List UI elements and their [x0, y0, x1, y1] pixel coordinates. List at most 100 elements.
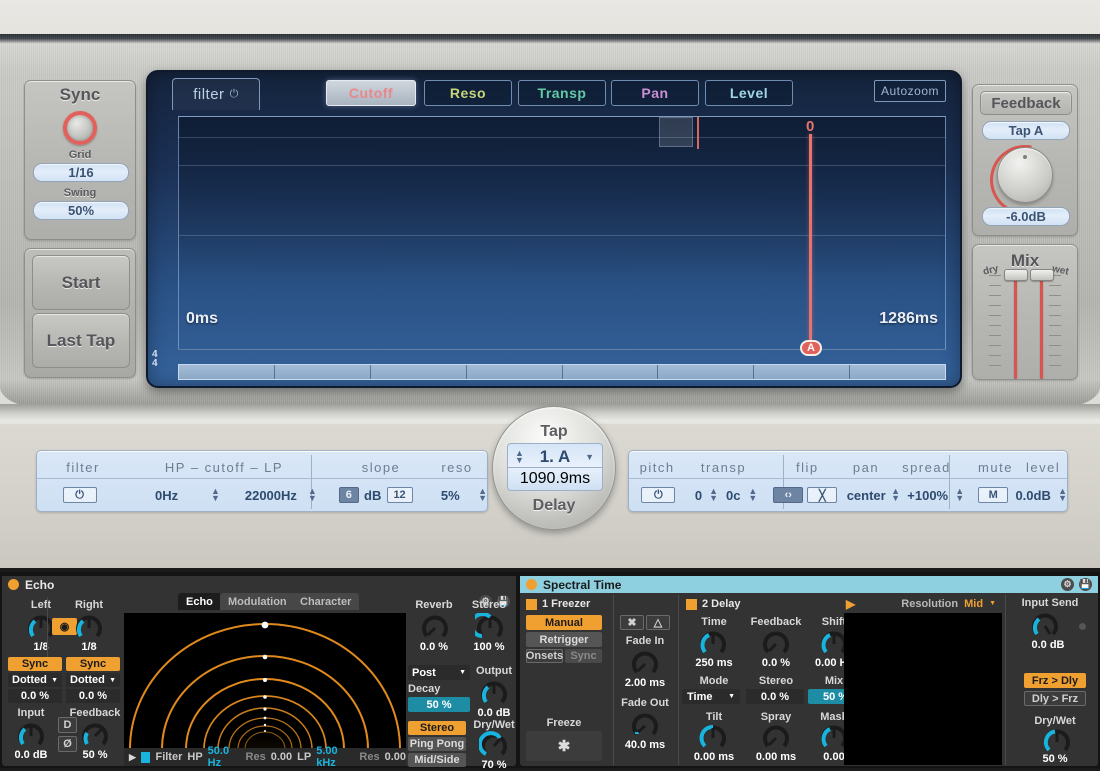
play-icon[interactable]: ▶ — [129, 752, 136, 763]
reverb-position-dropdown[interactable]: Post ▼ — [408, 665, 470, 680]
echo-filter-bar[interactable]: ▶ Filter HP 50.0 Hz Res 0.00 LP 5.00 kHz… — [124, 745, 406, 769]
level-value[interactable]: 0.0dB — [1008, 488, 1058, 503]
pan-value[interactable]: center — [841, 488, 891, 503]
start-button[interactable]: Start — [32, 255, 130, 310]
tab-modulation[interactable]: Modulation — [220, 593, 295, 610]
feedback-tap-value[interactable]: Tap A — [982, 121, 1070, 140]
grid-value[interactable]: 1/16 — [33, 163, 129, 182]
fade-in-knob[interactable] — [630, 649, 658, 677]
delay-time-knob[interactable] — [698, 629, 726, 657]
dry-fader-track[interactable] — [1014, 273, 1017, 379]
transp-semitone-spinner[interactable]: ▲ ▼ — [709, 487, 718, 503]
view-button-cutoff[interactable]: Cutoff — [326, 80, 416, 106]
sync-left-button[interactable]: Sync — [8, 657, 62, 671]
filter-power-button[interactable]: ⏻ — [37, 487, 122, 503]
decay-value[interactable]: 50 % — [408, 697, 470, 712]
play-icon[interactable]: ▶ — [846, 597, 855, 611]
spread-value[interactable]: +100% — [900, 488, 955, 503]
delay-time-value[interactable]: 250 ms — [686, 657, 742, 669]
echo-stereo-value[interactable]: 100 % — [464, 641, 514, 653]
resolution-value[interactable]: Mid — [964, 598, 983, 610]
spread-spinner[interactable]: ▲ ▼ — [955, 487, 964, 503]
retrigger-button[interactable]: Retrigger — [526, 632, 602, 647]
frz-to-dly-button[interactable]: Frz > Dly — [1024, 673, 1086, 688]
freezer-sync-button[interactable]: Sync — [565, 649, 602, 663]
filter-res2-value[interactable]: 0.00 — [385, 751, 406, 763]
view-button-level[interactable]: Level — [705, 80, 793, 106]
filter-swatch[interactable] — [140, 751, 151, 763]
device-activator-icon[interactable] — [8, 579, 19, 590]
echo-input-value[interactable]: 0.0 dB — [4, 749, 58, 761]
tap-selector-dial[interactable]: Tap ▲ ▼ 1. A ▼ 1090.9ms Delay — [492, 406, 616, 530]
filter-hp-value[interactable]: 50.0 Hz — [208, 745, 241, 769]
delay-shift-knob[interactable] — [819, 629, 847, 657]
freeze-button[interactable]: ✱ — [526, 731, 602, 761]
wet-fader-track[interactable] — [1040, 273, 1043, 379]
transp-semitone-value[interactable]: 0 — [688, 488, 709, 503]
input-send-knob[interactable] — [1030, 611, 1058, 639]
echo-right-knob[interactable] — [74, 613, 102, 641]
reverb-knob[interactable] — [420, 613, 448, 641]
dry-fader-handle[interactable] — [1004, 269, 1028, 281]
mode-pingpong-button[interactable]: Ping Pong — [408, 737, 466, 751]
mode-midside-button[interactable]: Mid/Side — [408, 753, 466, 767]
hp-spinner[interactable]: ▲ ▼ — [211, 487, 220, 503]
selection-block[interactable] — [659, 117, 693, 147]
delay-header[interactable]: 2 Delay — [686, 598, 741, 610]
d-button[interactable]: D — [58, 717, 77, 733]
transp-cent-spinner[interactable]: ▲ ▼ — [748, 487, 757, 503]
delay-mask-knob[interactable] — [819, 723, 847, 751]
echo-stereo-knob[interactable] — [475, 613, 503, 641]
spectral-drywet-knob[interactable] — [1042, 727, 1070, 755]
pitch-power-button[interactable]: ⏻ — [629, 487, 688, 503]
fade-in-value[interactable]: 2.00 ms — [618, 677, 672, 689]
freezer-header[interactable]: 1 Freezer — [526, 598, 590, 610]
lp-cutoff-value[interactable]: 22000Hz — [234, 488, 308, 503]
output-value[interactable]: 0.0 dB — [472, 707, 516, 719]
feedback-title[interactable]: Feedback — [980, 91, 1072, 115]
view-button-pan[interactable]: Pan — [611, 80, 699, 106]
delay-spray-knob[interactable] — [761, 723, 789, 751]
dly-to-frz-button[interactable]: Dly > Frz — [1024, 691, 1086, 706]
delay-stereo-value[interactable]: 0.0 % — [746, 689, 804, 704]
device-activator-icon[interactable] — [526, 579, 537, 590]
tap-badge-a[interactable]: A — [800, 340, 822, 356]
mute-button[interactable]: M — [978, 487, 1009, 503]
tap-line-a[interactable] — [809, 134, 812, 340]
fade-out-knob[interactable] — [630, 711, 658, 739]
tap-selected-value[interactable]: 1. A — [540, 447, 571, 467]
wet-fader-handle[interactable] — [1030, 269, 1054, 281]
delay-tilt-value[interactable]: 0.00 ms — [686, 751, 742, 763]
feedback-knob[interactable] — [973, 131, 1077, 229]
reso-spinner[interactable]: ▲ ▼ — [478, 487, 487, 503]
echo-drywet-knob[interactable] — [479, 731, 507, 759]
flip-cross-button[interactable]: ╳ — [807, 487, 838, 503]
division-left-dropdown[interactable]: Dotted ▼ — [8, 673, 62, 687]
sync-right-button[interactable]: Sync — [66, 657, 120, 671]
delay-mode-dropdown[interactable]: Time ▼ — [682, 689, 740, 704]
offset-right-field[interactable]: 0.0 % — [66, 689, 120, 703]
echo-left-knob[interactable] — [26, 613, 54, 641]
echo-right-value[interactable]: 1/8 — [60, 641, 118, 653]
output-knob[interactable] — [479, 679, 507, 707]
tap-spinner[interactable]: ▲ ▼ — [515, 448, 524, 464]
chevron-down-icon[interactable]: ▼ — [989, 600, 996, 607]
tab-echo[interactable]: Echo — [178, 593, 221, 610]
input-send-led[interactable] — [1079, 623, 1086, 630]
reso-value[interactable]: 5% — [423, 488, 479, 503]
save-icon[interactable]: 💾 — [1079, 578, 1092, 591]
echo-drywet-value[interactable]: 70 % — [468, 759, 520, 771]
last-tap-button[interactable]: Last Tap — [32, 313, 130, 368]
tap-lcd-top[interactable]: ▲ ▼ 1. A ▼ — [508, 446, 602, 468]
delay-enable-icon[interactable] — [686, 598, 697, 610]
reverb-value[interactable]: 0.0 % — [408, 641, 460, 653]
cross-icon[interactable]: ✖ — [620, 615, 644, 630]
echo-feedback-value[interactable]: 50 % — [66, 749, 124, 761]
delay-spray-value[interactable]: 0.00 ms — [746, 751, 806, 763]
wrench-icon[interactable]: ⚙ — [1061, 578, 1074, 591]
curve-icon[interactable]: △ — [646, 615, 670, 630]
delay-feedback-value[interactable]: 0.0 % — [746, 657, 806, 669]
freezer-enable-icon[interactable] — [526, 598, 537, 610]
tap-delay-time[interactable]: 1090.9ms — [508, 469, 602, 489]
onsets-button[interactable]: Onsets — [526, 649, 563, 663]
